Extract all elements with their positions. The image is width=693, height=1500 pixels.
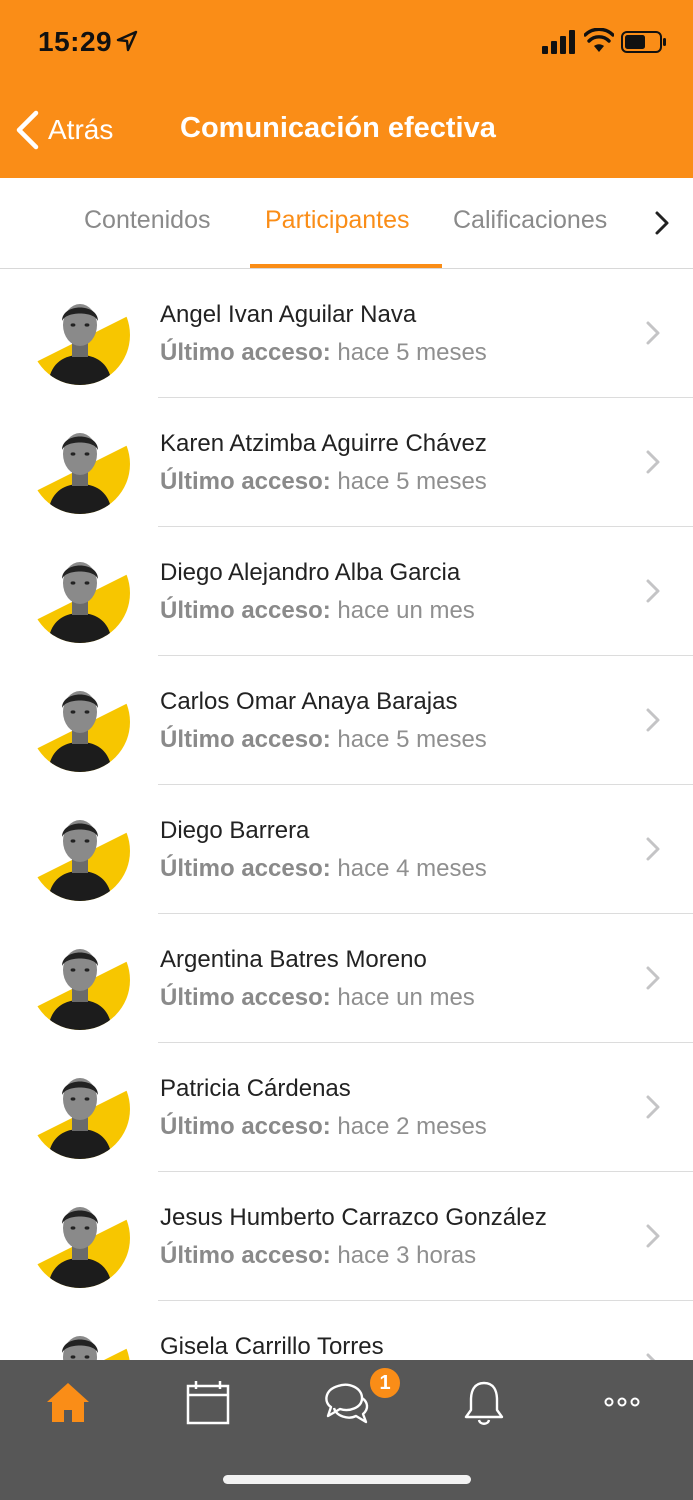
chevron-right-icon <box>646 1224 660 1248</box>
app-header: 15:29 Atrás Comunicación efectiva <box>0 0 693 178</box>
status-time: 15:29 <box>38 26 113 57</box>
last-access-label: Último acceso: <box>160 855 331 882</box>
chevron-right-icon[interactable] <box>652 210 672 236</box>
wifi-icon <box>584 28 614 52</box>
location-arrow-icon <box>116 30 138 52</box>
chat-icon[interactable] <box>316 1378 376 1428</box>
battery-icon <box>621 31 666 53</box>
avatar <box>30 543 130 643</box>
participant-row[interactable]: Argentina Batres Moreno Último acceso: ha… <box>0 914 693 1043</box>
last-access-value: hace 5 meses <box>337 339 487 366</box>
chevron-right-icon <box>646 579 660 603</box>
participant-row[interactable]: Karen Atzimba Aguirre Chávez Último acces… <box>0 398 693 527</box>
participant-name: Carlos Omar Anaya Barajas <box>160 688 458 715</box>
last-access: Último acceso: hace 5 meses <box>160 726 487 754</box>
participant-name: Gisela Carrillo Torres <box>160 1333 384 1360</box>
last-access-label: Último acceso: <box>160 726 331 753</box>
tab-calificaciones[interactable]: Calificaciones <box>453 206 607 235</box>
participant-name: Argentina Batres Moreno <box>160 946 427 973</box>
active-tab-indicator <box>250 264 442 268</box>
last-access-label: Último acceso: <box>160 1242 331 1269</box>
participant-row[interactable]: Carlos Omar Anaya Barajas Último acceso: … <box>0 656 693 785</box>
avatar <box>30 1059 130 1159</box>
more-icon[interactable] <box>592 1378 652 1428</box>
last-access: Último acceso: hace 5 meses <box>160 468 487 496</box>
last-access-value: hace 3 horas <box>337 1242 477 1269</box>
last-access: Último acceso: hace 4 meses <box>160 855 487 883</box>
last-access: Último acceso: hace 3 horas <box>160 1242 476 1270</box>
tab-contenidos[interactable]: Contenidos <box>84 206 210 235</box>
last-access-label: Último acceso: <box>160 468 331 495</box>
chevron-right-icon <box>646 450 660 474</box>
avatar <box>30 801 130 901</box>
participant-row[interactable]: Gisela Carrillo Torres <box>0 1301 693 1360</box>
chevron-right-icon <box>646 321 660 345</box>
avatar <box>30 672 130 772</box>
participant-name: Jesus Humberto Carrazco González <box>160 1204 547 1231</box>
avatar <box>30 930 130 1030</box>
last-access-value: hace 2 meses <box>337 1113 487 1140</box>
participant-name: Patricia Cárdenas <box>160 1075 351 1102</box>
participant-row[interactable]: Angel Ivan Aguilar Nava Último acceso: ha… <box>0 269 693 398</box>
home-icon[interactable] <box>38 1378 98 1428</box>
last-access: Último acceso: hace un mes <box>160 597 475 625</box>
participant-name: Diego Barrera <box>160 817 310 844</box>
participant-name: Angel Ivan Aguilar Nava <box>160 301 417 328</box>
calendar-icon[interactable] <box>178 1378 238 1428</box>
avatar <box>30 1317 130 1360</box>
participant-row[interactable]: Diego Alejandro Alba Garcia Último acceso… <box>0 527 693 656</box>
chevron-right-icon <box>646 837 660 861</box>
chevron-right-icon <box>646 966 660 990</box>
last-access-value: hace un mes <box>337 597 475 624</box>
segment-tabs: Contenidos Participantes Calificaciones <box>0 178 693 269</box>
last-access-label: Último acceso: <box>160 597 331 624</box>
last-access: Último acceso: hace 5 meses <box>160 339 487 367</box>
avatar <box>30 414 130 514</box>
participant-row[interactable]: Diego Barrera Último acceso: hace 4 meses <box>0 785 693 914</box>
tab-participantes[interactable]: Participantes <box>265 206 410 235</box>
home-indicator <box>223 1475 471 1484</box>
last-access: Último acceso: hace 2 meses <box>160 1113 487 1141</box>
bell-icon[interactable] <box>454 1378 514 1428</box>
participant-row[interactable]: Jesus Humberto Carrazco González Último a… <box>0 1172 693 1301</box>
back-button[interactable]: Atrás <box>14 108 113 152</box>
last-access-label: Último acceso: <box>160 984 331 1011</box>
status-bar: 15:29 <box>0 0 693 88</box>
chat-badge: 1 <box>368 1366 402 1400</box>
avatar <box>30 1188 130 1288</box>
navigation-bar: Atrás Comunicación efectiva <box>0 88 693 178</box>
chevron-right-icon <box>646 1353 656 1360</box>
last-access: Último acceso: hace un mes <box>160 984 475 1012</box>
last-access-value: hace un mes <box>337 984 475 1011</box>
last-access-value: hace 5 meses <box>337 726 487 753</box>
cellular-signal-icon <box>542 30 575 54</box>
chevron-left-icon <box>16 110 39 150</box>
last-access-value: hace 5 meses <box>337 468 487 495</box>
chevron-right-icon <box>646 1095 660 1119</box>
participants-list: Angel Ivan Aguilar Nava Último acceso: ha… <box>0 269 693 1360</box>
participant-row[interactable]: Patricia Cárdenas Último acceso: hace 2 m… <box>0 1043 693 1172</box>
back-label: Atrás <box>48 114 114 145</box>
last-access-value: hace 4 meses <box>337 855 487 882</box>
chevron-right-icon <box>646 708 660 732</box>
avatar <box>30 285 130 385</box>
participant-name: Karen Atzimba Aguirre Chávez <box>160 430 487 457</box>
last-access-label: Último acceso: <box>160 1113 331 1140</box>
page-title: Comunicación efectiva <box>180 112 496 144</box>
participant-name: Diego Alejandro Alba Garcia <box>160 559 461 586</box>
last-access-label: Último acceso: <box>160 339 331 366</box>
